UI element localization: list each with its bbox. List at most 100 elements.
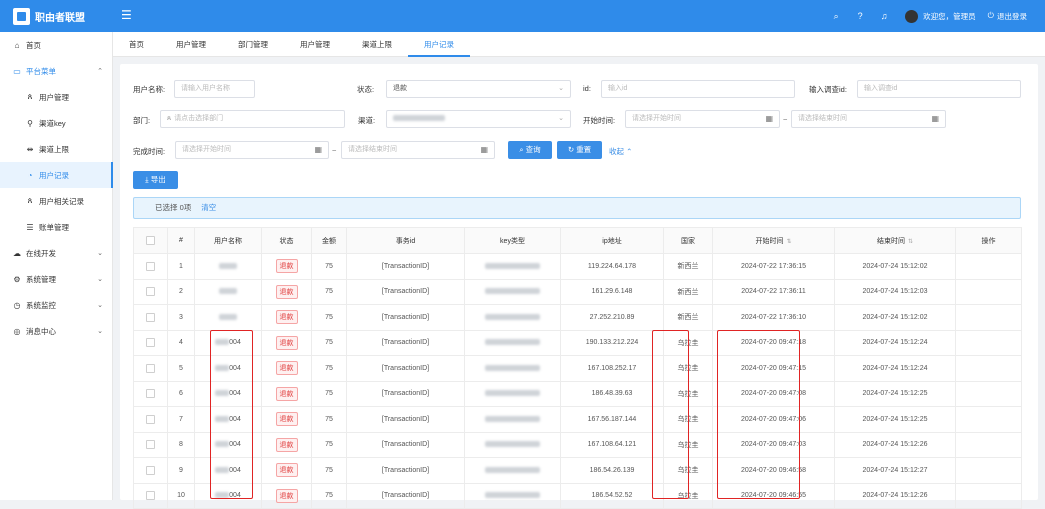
col-end-time[interactable]: 结束时间 ⇅ xyxy=(834,227,956,254)
status-badge: 退款 xyxy=(275,259,298,274)
table-row[interactable]: 10 004 退款 75 [TransactionID] 186.54.52.52 乌拉圭 2… xyxy=(133,482,1022,509)
row-key-type xyxy=(464,431,561,458)
row-select-cell[interactable] xyxy=(133,482,168,509)
start-time-from[interactable]: 请选择开始时间 ▦ xyxy=(625,110,780,128)
sidebar-item-channel-key[interactable]: ⚲ 渠道key xyxy=(0,110,113,136)
menu-toggle-icon[interactable]: ☰ xyxy=(121,8,133,22)
sidebar-item-bill-manage[interactable]: ☰ 账单管理 xyxy=(0,214,113,240)
row-select-cell[interactable] xyxy=(133,380,168,407)
row-status: 退款 xyxy=(261,380,312,407)
search-button[interactable]: ⌕ 查询 xyxy=(508,141,552,159)
welcome-text[interactable]: 欢迎您，管理员 xyxy=(923,11,976,22)
logout-link[interactable]: 退出登录 xyxy=(997,11,1027,22)
row-actions xyxy=(955,253,1022,280)
table-row[interactable]: 6 004 退款 75 [TransactionID] 186.48.39.63 乌拉圭 20… xyxy=(133,380,1022,407)
sidebar-item-user-record[interactable]: ◔ 用户记录 xyxy=(0,162,113,188)
start-time-to[interactable]: 请选择结束时间 ▦ xyxy=(791,110,946,128)
tab-user-record[interactable]: 用户记录 xyxy=(408,32,470,57)
table-row[interactable]: 5 004 退款 75 [TransactionID] 167.108.252.17 乌拉圭… xyxy=(133,355,1022,382)
table-row[interactable]: 3 退款 75 [TransactionID] 27.252.210.89 新西兰 2024… xyxy=(133,304,1022,331)
sidebar-item-system-monitor[interactable]: ◷ 系统监控 ⌄ xyxy=(0,292,113,318)
row-actions xyxy=(955,457,1022,484)
row-index: 9 xyxy=(167,457,195,484)
row-checkbox[interactable] xyxy=(146,312,155,322)
dept-input[interactable]: ጰ 请点击选择部门 xyxy=(160,110,345,128)
tab-channel-limit[interactable]: 渠道上限 xyxy=(346,32,408,57)
help-icon[interactable]: ? xyxy=(853,9,867,23)
sidebar-item-message-center[interactable]: ◎ 消息中心 ⌄ xyxy=(0,318,113,344)
finish-time-from[interactable]: 请选择开始时间 ▦ xyxy=(175,141,329,159)
bell-icon[interactable]: ♫ xyxy=(877,9,891,23)
row-select-cell[interactable] xyxy=(133,278,168,305)
row-amount: 75 xyxy=(311,253,347,280)
row-checkbox[interactable] xyxy=(146,491,155,501)
table-row[interactable]: 7 004 退款 75 [TransactionID] 167.56.187.144 乌拉圭… xyxy=(133,406,1022,433)
id-input[interactable]: 输入id xyxy=(601,80,795,98)
row-actions xyxy=(955,355,1022,382)
table-row[interactable]: 8 004 退款 75 [TransactionID] 167.108.64.121 乌拉圭… xyxy=(133,431,1022,458)
col-start-time[interactable]: 开始时间 ⇅ xyxy=(712,227,835,254)
sidebar-item-channel-limit[interactable]: ⇹ 渠道上限 xyxy=(0,136,113,162)
username-input[interactable]: 请输入用户名称 xyxy=(174,80,255,98)
sidebar-item-system-manage[interactable]: ⚙ 系统管理 ⌄ xyxy=(0,266,113,292)
clear-selection-link[interactable]: 清空 xyxy=(201,203,216,212)
avatar[interactable] xyxy=(905,9,919,23)
tab-home[interactable]: 首页 xyxy=(113,32,160,57)
finish-time-to[interactable]: 请选择结束时间 ▦ xyxy=(341,141,495,159)
brand[interactable]: 职由者联盟 xyxy=(0,0,113,32)
status-badge: 退款 xyxy=(275,284,298,299)
row-checkbox[interactable] xyxy=(146,465,155,475)
row-select-cell[interactable] xyxy=(133,355,168,382)
row-checkbox[interactable] xyxy=(146,338,155,348)
reset-button[interactable]: ↻ 重置 xyxy=(557,141,602,159)
collapse-link[interactable]: 收起 ⌃ xyxy=(609,146,632,157)
search-icon[interactable]: ⌕ xyxy=(829,9,843,23)
records-table: # 用户名称 状态 金额 事务id key类型 ip地址 国家 开始时间 ⇅ 结束… xyxy=(133,227,1022,509)
table-row[interactable]: 9 004 退款 75 [TransactionID] 186.54.26.139 乌拉圭 2… xyxy=(133,457,1022,484)
col-end-time-label: 结束时间 xyxy=(876,237,905,245)
sidebar-item-platform-menu[interactable]: ▭ 平台菜单 ⌃ xyxy=(0,58,113,84)
row-checkbox[interactable] xyxy=(146,261,155,271)
table-row[interactable]: 2 退款 75 [TransactionID] 161.29.6.148 新西兰 2024-… xyxy=(133,278,1022,305)
col-country: 国家 xyxy=(663,227,713,254)
status-badge: 退款 xyxy=(275,335,298,350)
row-checkbox[interactable] xyxy=(146,414,155,424)
row-select-cell[interactable] xyxy=(133,329,168,356)
row-actions xyxy=(955,482,1022,509)
export-button[interactable]: ⤓ 导出 xyxy=(133,171,178,189)
sidebar-item-home[interactable]: ⌂ 首页 xyxy=(0,32,113,58)
username-redacted xyxy=(219,288,237,295)
table-header-row: # 用户名称 状态 金额 事务id key类型 ip地址 国家 开始时间 ⇅ 结束… xyxy=(133,227,1022,254)
tab-user-manage-2[interactable]: 用户管理 xyxy=(284,32,346,57)
select-all-cell[interactable] xyxy=(133,227,168,254)
select-all-checkbox[interactable] xyxy=(146,236,155,245)
row-ip: 119.224.64.178 xyxy=(560,253,664,280)
sidebar-item-online-dev[interactable]: ☁ 在线开发 ⌄ xyxy=(0,240,113,266)
row-select-cell[interactable] xyxy=(133,253,168,280)
channel-select[interactable]: ⌄ xyxy=(386,110,571,128)
sidebar-item-user-manage[interactable]: ጰ 用户管理 xyxy=(0,84,113,110)
status-select[interactable]: 退款 ⌄ xyxy=(386,80,571,98)
row-username xyxy=(194,304,262,331)
sidebar-item-user-related-record[interactable]: ጰ 用户相关记录 xyxy=(0,188,113,214)
row-checkbox[interactable] xyxy=(146,287,155,297)
row-select-cell[interactable] xyxy=(133,304,168,331)
tab-dept-manage[interactable]: 部门管理 xyxy=(222,32,284,57)
row-checkbox[interactable] xyxy=(146,389,155,399)
logout-icon[interactable]: ⏻ xyxy=(988,11,994,21)
row-select-cell[interactable] xyxy=(133,431,168,458)
row-index: 6 xyxy=(167,380,195,407)
table-row[interactable]: 1 退款 75 [TransactionID] 119.224.64.178 新西兰 202… xyxy=(133,253,1022,280)
sort-icon[interactable]: ⇅ xyxy=(908,239,913,245)
row-select-cell[interactable] xyxy=(133,457,168,484)
trade-id-input[interactable]: 输入调查id xyxy=(857,80,1021,98)
sort-icon[interactable]: ⇅ xyxy=(786,239,791,245)
table-row[interactable]: 4 004 退款 75 [TransactionID] 190.133.212.224 乌拉… xyxy=(133,329,1022,356)
tab-user-manage[interactable]: 用户管理 xyxy=(160,32,222,57)
row-checkbox[interactable] xyxy=(146,440,155,450)
search-button-label: 查询 xyxy=(525,145,541,154)
username-label: 用户名称: xyxy=(133,85,166,94)
row-select-cell[interactable] xyxy=(133,406,168,433)
row-checkbox[interactable] xyxy=(146,363,155,373)
row-tx-id: [TransactionID] xyxy=(346,482,465,509)
